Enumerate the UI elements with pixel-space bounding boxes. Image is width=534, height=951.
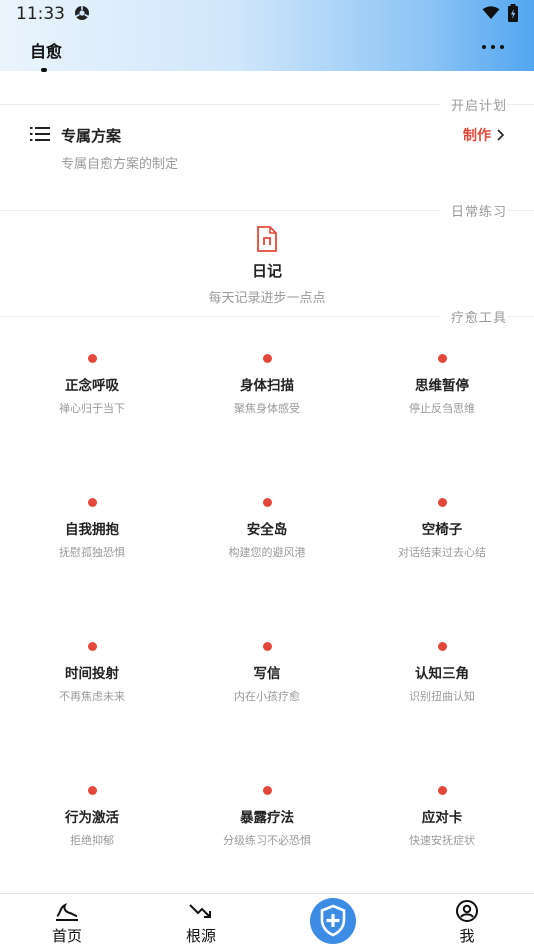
dot-icon — [87, 498, 97, 507]
dot-icon — [500, 45, 504, 49]
status-time: 11:33 — [16, 4, 65, 24]
more-menu-button[interactable] — [482, 40, 504, 54]
dot-icon — [87, 642, 97, 651]
plan-subtitle: 专属自愈方案的制定 — [61, 157, 179, 172]
nav-source[interactable]: 根源 — [134, 894, 268, 951]
dot-icon — [262, 354, 272, 363]
bottom-nav: 首页 根源 我 — [0, 893, 534, 951]
tool-title: 行为激活 — [65, 810, 119, 826]
tool-title: 写信 — [253, 666, 281, 682]
nav-me[interactable]: 我 — [400, 894, 534, 951]
chevron-right-icon — [497, 129, 504, 141]
tool-card[interactable]: 安全岛 构建您的避风港 — [178, 498, 356, 560]
tool-subtitle: 快速安抚症状 — [409, 834, 475, 847]
dot-icon — [437, 498, 447, 507]
tool-title: 身体扫描 — [240, 378, 294, 394]
dot-icon — [87, 354, 97, 363]
tool-title: 认知三角 — [415, 666, 469, 682]
diary-card[interactable]: 日记 每天记录进步一点点 — [0, 226, 534, 306]
app-header: 11:33 自愈 — [0, 0, 534, 72]
tool-subtitle: 构建您的避风港 — [228, 546, 306, 559]
tool-title: 自我拥抱 — [65, 522, 119, 538]
page-title: 自愈 — [30, 42, 63, 61]
title-indicator — [41, 68, 47, 72]
tool-title: 安全岛 — [246, 522, 288, 538]
diary-subtitle: 每天记录进步一点点 — [208, 291, 326, 306]
nav-me-label: 我 — [459, 927, 475, 945]
diary-title: 日记 — [251, 262, 282, 280]
shield-plus-button[interactable] — [310, 898, 356, 944]
tool-subtitle: 对话结束过去心结 — [398, 546, 486, 559]
list-icon — [30, 127, 50, 141]
home-hill-icon — [56, 903, 78, 921]
dot-icon — [262, 498, 272, 507]
tool-card[interactable]: 应对卡 快速安抚症状 — [353, 786, 531, 848]
plan-title: 专属方案 — [61, 127, 122, 145]
tool-card[interactable]: 认知三角 识别扭曲认知 — [353, 642, 531, 704]
create-plan-button[interactable]: 制作 — [463, 125, 504, 145]
dot-icon — [491, 45, 495, 49]
settings-status-icon — [75, 6, 89, 20]
tool-title: 空椅子 — [421, 522, 463, 538]
tool-card[interactable]: 思维暂停 停止反刍思维 — [353, 354, 531, 416]
dot-icon — [482, 45, 486, 49]
tool-card[interactable]: 时间投射 不再焦虑未来 — [3, 642, 181, 704]
tool-title: 时间投射 — [65, 666, 119, 682]
section-label-plan: 开启计划 — [440, 95, 507, 114]
battery-icon — [508, 4, 518, 22]
tool-subtitle: 抚慰孤独恐惧 — [59, 546, 125, 559]
section-label-daily: 日常练习 — [440, 201, 507, 220]
diary-icon — [257, 226, 277, 252]
section-divider-daily: 日常练习 — [0, 200, 534, 220]
dot-icon — [437, 354, 447, 363]
shield-plus-icon — [320, 904, 346, 937]
section-divider-plan: 开启计划 — [0, 94, 534, 114]
tool-title: 正念呼吸 — [65, 378, 119, 394]
tool-card[interactable]: 身体扫描 聚焦身体感受 — [178, 354, 356, 416]
tool-card[interactable]: 自我拥抱 抚慰孤独恐惧 — [3, 498, 181, 560]
tool-card[interactable]: 正念呼吸 禅心归于当下 — [3, 354, 181, 416]
dot-icon — [262, 786, 272, 795]
tool-card[interactable]: 行为激活 拒绝抑郁 — [3, 786, 181, 848]
tool-subtitle: 不再焦虑未来 — [59, 690, 125, 703]
tool-title: 暴露疗法 — [240, 810, 294, 826]
tool-subtitle: 停止反刍思维 — [409, 402, 475, 415]
tool-subtitle: 分级练习不必恐惧 — [223, 834, 311, 847]
nav-source-label: 根源 — [185, 927, 216, 945]
nav-home-label: 首页 — [51, 927, 82, 945]
tool-title: 思维暂停 — [415, 378, 469, 394]
tool-subtitle: 禅心归于当下 — [59, 402, 125, 415]
dot-icon — [262, 642, 272, 651]
trending-down-icon — [189, 904, 211, 918]
tool-title: 应对卡 — [421, 810, 463, 826]
tool-subtitle: 内在小孩疗愈 — [234, 690, 300, 703]
tool-card[interactable]: 写信 内在小孩疗愈 — [178, 642, 356, 704]
dot-icon — [437, 786, 447, 795]
tool-subtitle: 识别扭曲认知 — [409, 690, 475, 703]
section-label-tools: 疗愈工具 — [440, 307, 507, 326]
wifi-icon — [482, 6, 500, 19]
nav-home[interactable]: 首页 — [0, 894, 134, 951]
dot-icon — [437, 642, 447, 651]
user-icon — [456, 900, 478, 922]
create-plan-label: 制作 — [463, 128, 491, 144]
tool-subtitle: 聚焦身体感受 — [234, 402, 300, 415]
tool-card[interactable]: 暴露疗法 分级练习不必恐惧 — [178, 786, 356, 848]
dot-icon — [87, 786, 97, 795]
section-divider-tools: 疗愈工具 — [0, 306, 534, 326]
tool-card[interactable]: 空椅子 对话结束过去心结 — [353, 498, 531, 560]
tool-subtitle: 拒绝抑郁 — [70, 834, 114, 847]
